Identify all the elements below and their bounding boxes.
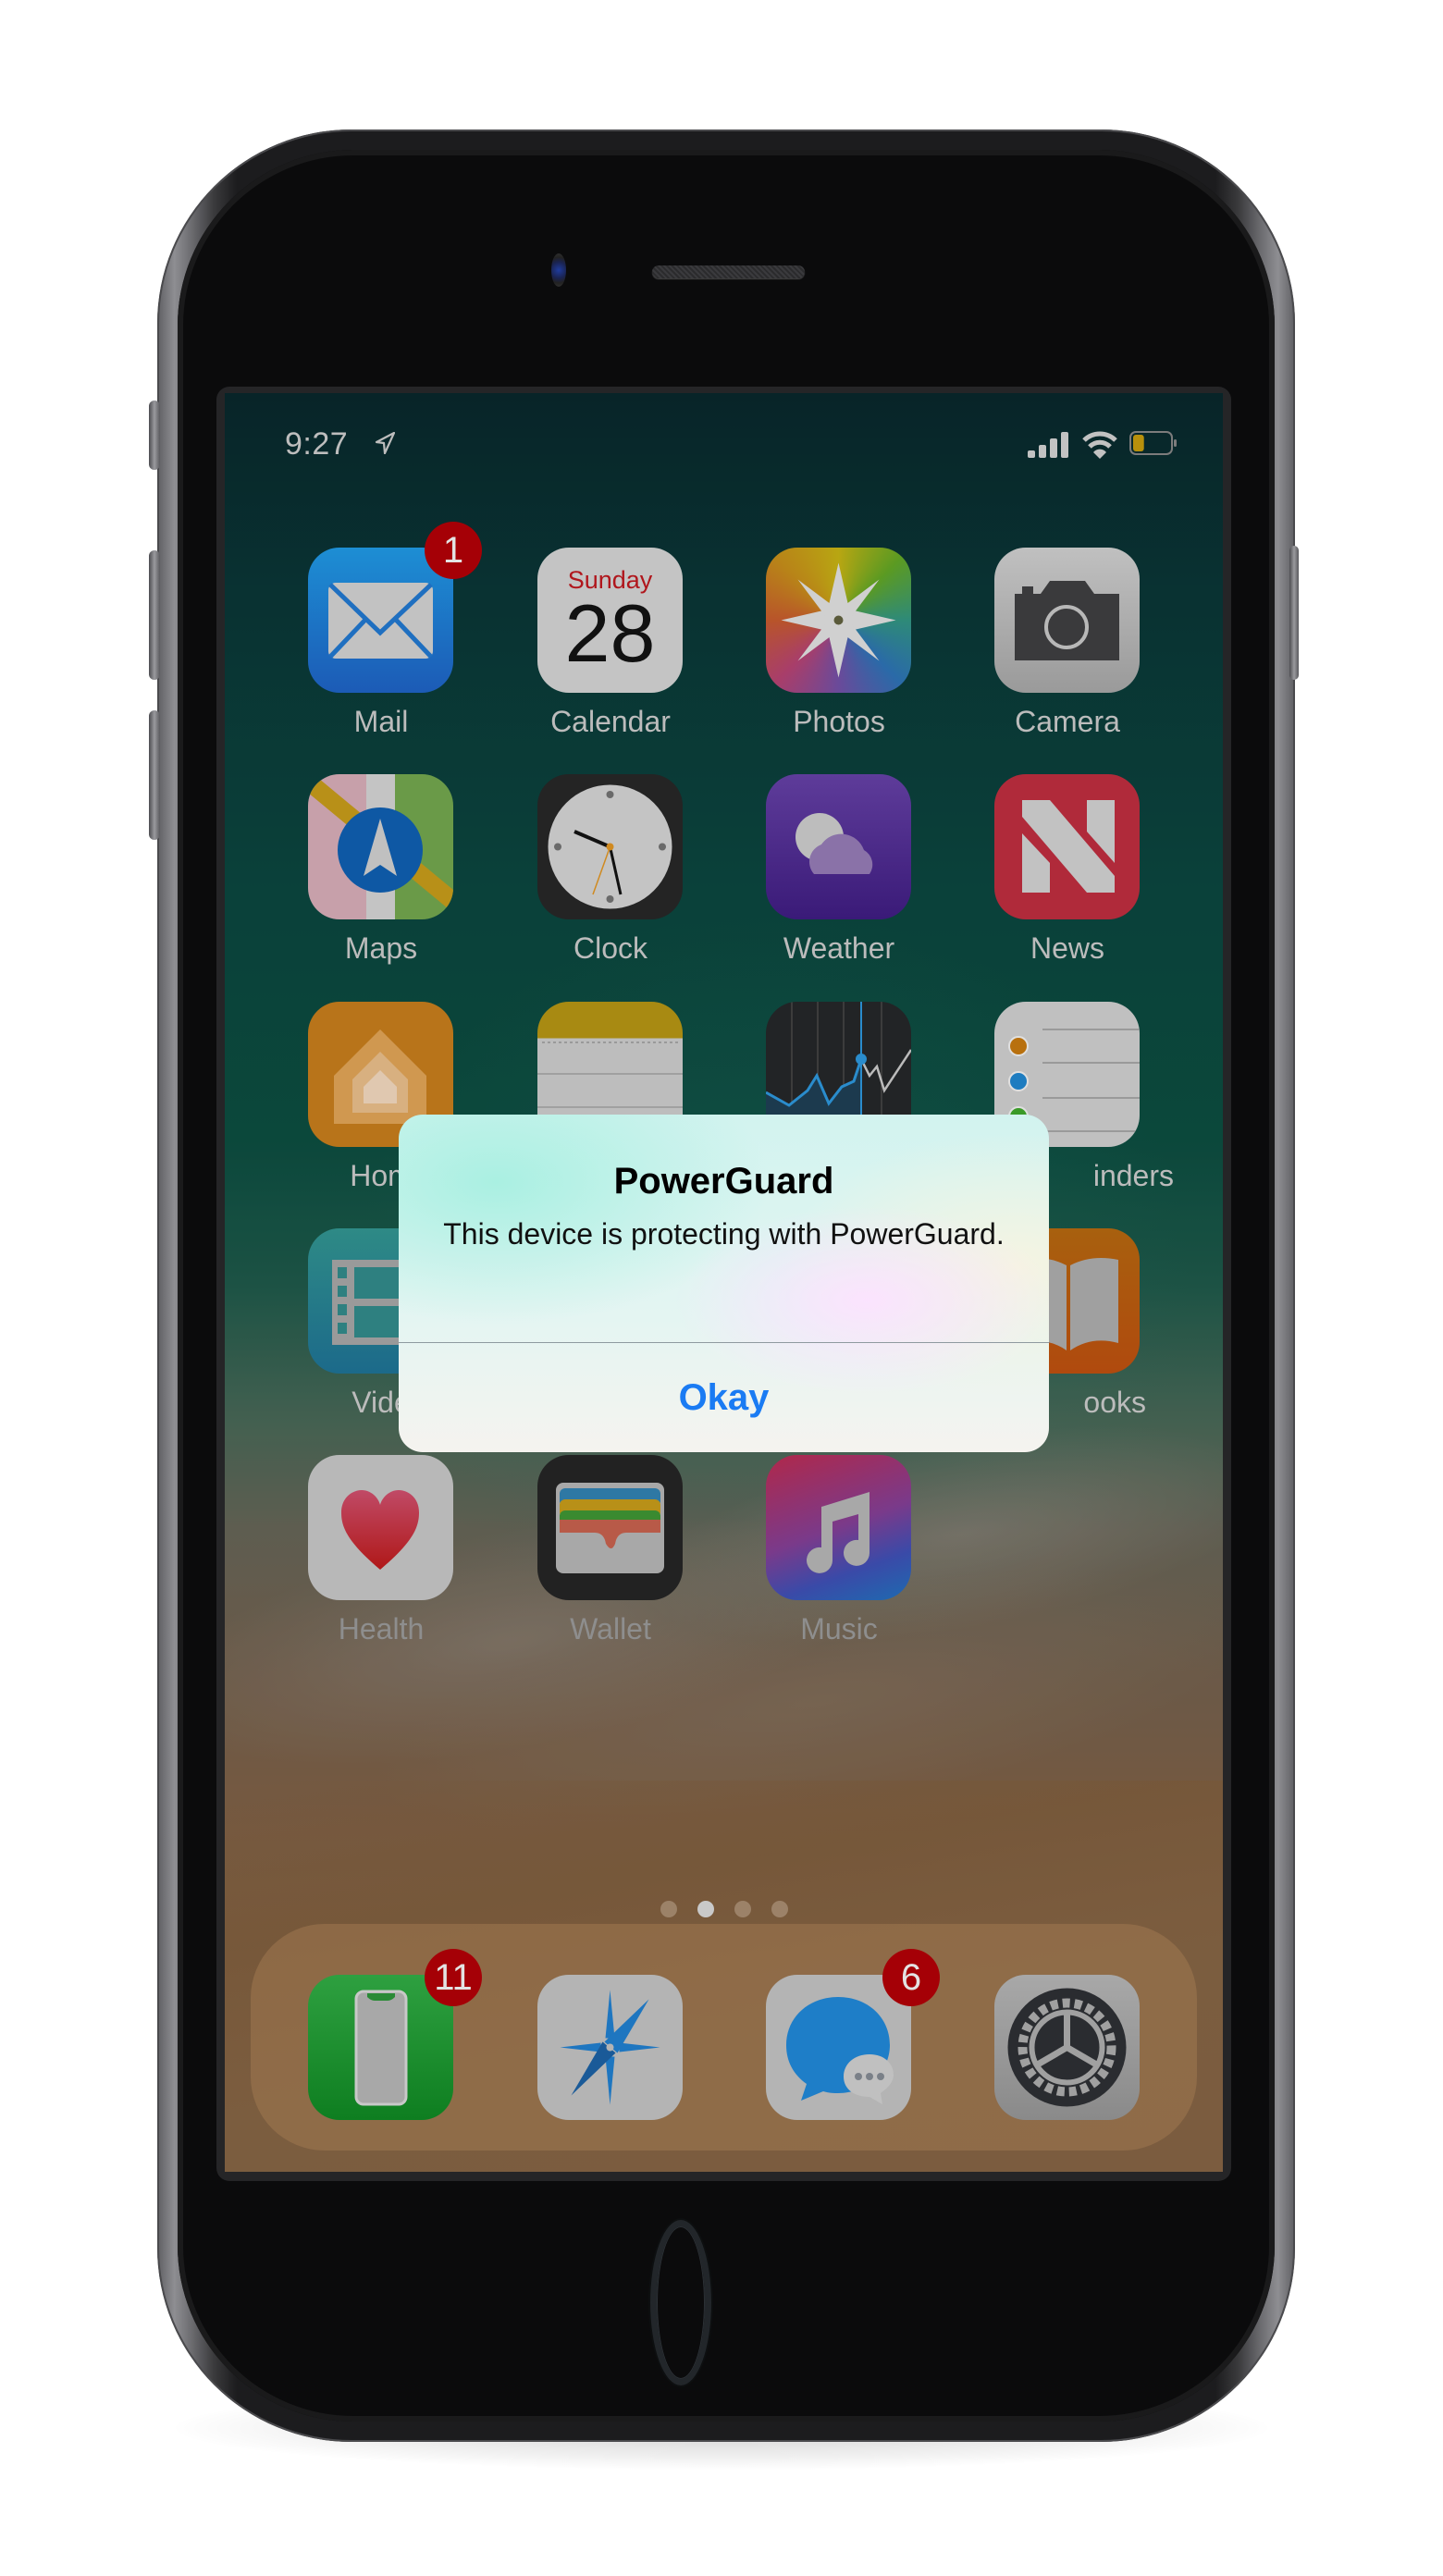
app-label: Health — [338, 1612, 425, 1645]
alert-title: PowerGuard — [613, 1161, 834, 1202]
app-calendar[interactable]: Sunday 28 Calendar — [523, 548, 698, 760]
wallet-icon — [537, 1455, 683, 1600]
alert-message: This device is protecting with PowerGuar… — [443, 1217, 1005, 1251]
cellular-signal-icon — [1028, 432, 1068, 458]
weather-icon — [766, 774, 911, 919]
status-time: 9:27 — [285, 426, 349, 462]
home-button[interactable] — [650, 2220, 711, 2385]
settings-gear-icon — [994, 1975, 1140, 2120]
volume-down-button[interactable] — [149, 710, 160, 840]
safari-icon — [537, 1975, 683, 2120]
app-news[interactable]: News — [980, 774, 1155, 987]
earpiece-speaker — [652, 265, 805, 278]
home-screen: 9:27 1 Mail Sunday 28 Calendar Photos Ca… — [225, 393, 1223, 2172]
volume-up-button[interactable] — [149, 550, 160, 680]
front-camera-icon — [551, 253, 566, 287]
page-dot[interactable] — [660, 1901, 677, 1917]
music-icon — [766, 1455, 911, 1600]
app-label: Clock — [573, 931, 648, 965]
app-clock[interactable]: Clock — [523, 774, 698, 987]
app-music[interactable]: Music — [751, 1455, 927, 1668]
photos-icon — [766, 548, 911, 693]
app-label: Mail — [353, 705, 409, 738]
okay-button[interactable]: Okay — [399, 1343, 1049, 1452]
page-indicator[interactable] — [225, 1901, 1223, 1922]
page-dot[interactable] — [734, 1901, 751, 1917]
app-label: Maps — [344, 931, 418, 965]
app-label: News — [1030, 931, 1104, 965]
app-weather[interactable]: Weather — [751, 774, 927, 987]
app-label: Camera — [1015, 705, 1120, 738]
calendar-day: 28 — [564, 587, 656, 679]
app-camera[interactable]: Camera — [980, 548, 1155, 760]
page-dot[interactable] — [771, 1901, 788, 1917]
app-label: Photos — [793, 705, 885, 738]
app-label: Calendar — [550, 705, 671, 738]
messages-badge: 6 — [882, 1949, 940, 2006]
camera-app-icon — [994, 548, 1140, 693]
dock-app-phone[interactable]: 11 — [293, 1949, 482, 2172]
alert-dialog: PowerGuard This device is protecting wit… — [399, 1115, 1049, 1452]
maps-icon — [308, 774, 453, 919]
app-wallet[interactable]: Wallet — [523, 1455, 698, 1668]
app-health[interactable]: Health — [293, 1455, 469, 1668]
news-icon — [994, 774, 1140, 919]
power-button[interactable] — [1289, 546, 1299, 680]
app-maps[interactable]: Maps — [293, 774, 469, 987]
app-label: Weather — [783, 931, 895, 965]
app-label: Wallet — [570, 1612, 651, 1645]
dock: 11 6 — [251, 1924, 1197, 2151]
calendar-icon: Sunday 28 — [537, 548, 683, 693]
dock-app-settings[interactable] — [980, 1975, 1155, 2172]
clock-icon — [537, 774, 683, 919]
location-arrow-icon — [375, 432, 395, 454]
mail-badge: 1 — [425, 522, 482, 579]
app-label: Music — [800, 1612, 878, 1645]
page-dot-active[interactable] — [697, 1901, 714, 1917]
wifi-icon — [1082, 431, 1117, 459]
phone-badge: 11 — [425, 1949, 482, 2006]
battery-icon — [1129, 431, 1177, 455]
dock-app-messages[interactable]: 6 — [751, 1949, 940, 2172]
mute-switch[interactable] — [149, 401, 160, 470]
app-photos[interactable]: Photos — [751, 548, 927, 760]
dock-app-safari[interactable] — [523, 1975, 698, 2172]
app-mail[interactable]: 1 Mail — [293, 522, 482, 760]
health-icon — [308, 1455, 453, 1600]
battery-level — [1133, 435, 1144, 451]
